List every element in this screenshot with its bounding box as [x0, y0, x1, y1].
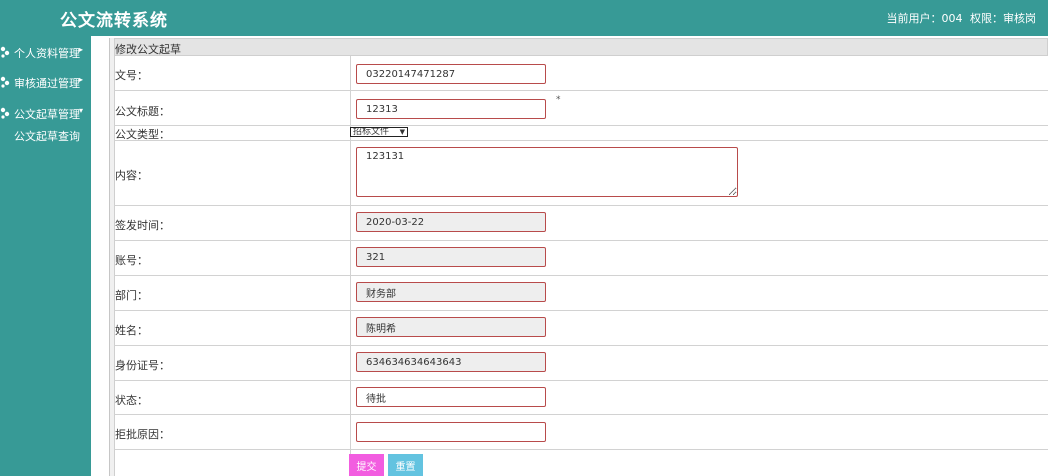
select-value: 招标文件: [353, 127, 390, 137]
sidebar-item-approval-management[interactable]: 审核通过管理 ▸: [0, 72, 91, 94]
department-input: [356, 282, 546, 302]
users-icon: [0, 76, 10, 88]
field-label: 身份证号：: [115, 359, 170, 372]
sidebar: 个人资料管理 ▸ 审核通过管理 ▸ 公文起草管理 ▾ 公文起草查询: [0, 36, 91, 476]
current-user-label: 当前用户：004: [886, 12, 963, 25]
top-bar: 公文流转系统 当前用户：004 权限：审核岗: [0, 0, 1048, 36]
sidebar-subitem-draft-query[interactable]: 公文起草查询: [14, 128, 80, 144]
field-label: 账号：: [115, 254, 148, 267]
dropdown-arrow-icon: ▼: [399, 128, 405, 136]
form-row-department: 部门：: [114, 276, 1048, 311]
form-heading: 修改公文起草: [115, 43, 181, 56]
reset-button[interactable]: 重置: [388, 454, 423, 476]
form-row-doc-title: 公文标题： *: [114, 91, 1048, 126]
account-input: [356, 247, 546, 267]
form-row-content: 内容： 123131: [114, 141, 1048, 206]
form-heading-bar: 修改公文起草: [114, 38, 1048, 56]
issue-date-input: [356, 212, 546, 232]
sidebar-item-label: 审核通过管理: [14, 77, 80, 90]
role-label: 权限：审核岗: [970, 12, 1036, 25]
doc-no-input[interactable]: [356, 64, 546, 84]
user-info: 当前用户：004 权限：审核岗: [883, 10, 1037, 26]
column-divider: [350, 415, 351, 449]
column-divider: [350, 141, 351, 205]
field-label: 签发时间：: [115, 219, 170, 232]
content-textarea[interactable]: 123131: [356, 147, 738, 197]
column-divider: [350, 91, 351, 125]
field-label: 文号：: [115, 69, 148, 82]
field-label: 姓名：: [115, 324, 148, 337]
form-row-id-number: 身份证号：: [114, 346, 1048, 381]
column-divider: [350, 276, 351, 310]
name-input: [356, 317, 546, 337]
form-row-name: 姓名：: [114, 311, 1048, 346]
form-row-issue-date: 签发时间：: [114, 206, 1048, 241]
column-divider: [350, 381, 351, 414]
id-number-input: [356, 352, 546, 372]
submit-button[interactable]: 提交: [349, 454, 384, 476]
users-icon: [0, 107, 10, 119]
form-row-actions: [114, 450, 1048, 476]
column-divider: [350, 241, 351, 275]
chevron-down-icon: ▾: [79, 106, 84, 115]
sidebar-item-draft-management[interactable]: 公文起草管理 ▾: [0, 103, 91, 125]
chevron-right-icon: ▸: [79, 75, 84, 84]
sidebar-item-label: 公文起草管理: [14, 108, 80, 121]
form-row-doc-no: 文号：: [114, 56, 1048, 91]
sidebar-gap: [91, 36, 109, 476]
field-label: 公文标题：: [115, 105, 170, 118]
form-row-reject-reason: 拒批原因：: [114, 415, 1048, 450]
sidebar-item-profile-management[interactable]: 个人资料管理 ▸: [0, 42, 91, 64]
app-title: 公文流转系统: [60, 11, 168, 31]
field-label: 内容：: [115, 169, 148, 182]
form-row-status: 状态：: [114, 381, 1048, 415]
form-row-account: 账号：: [114, 241, 1048, 276]
column-divider: [350, 56, 351, 90]
column-divider: [350, 346, 351, 380]
doc-title-input[interactable]: [356, 99, 546, 119]
sidebar-item-label: 个人资料管理: [14, 47, 80, 60]
doc-type-select[interactable]: 招标文件 ▼: [350, 127, 408, 137]
reject-reason-input[interactable]: [356, 422, 546, 442]
users-icon: [0, 46, 10, 58]
field-label: 拒批原因：: [115, 428, 170, 441]
status-input[interactable]: [356, 387, 546, 407]
field-label: 公文类型：: [115, 128, 170, 141]
column-divider: [350, 206, 351, 240]
chevron-right-icon: ▸: [79, 45, 84, 54]
form-row-doc-type: 公文类型： 招标文件 ▼: [114, 126, 1048, 141]
field-label: 状态：: [115, 394, 148, 407]
required-mark: *: [556, 95, 561, 105]
column-divider: [350, 311, 351, 345]
field-label: 部门：: [115, 289, 148, 302]
